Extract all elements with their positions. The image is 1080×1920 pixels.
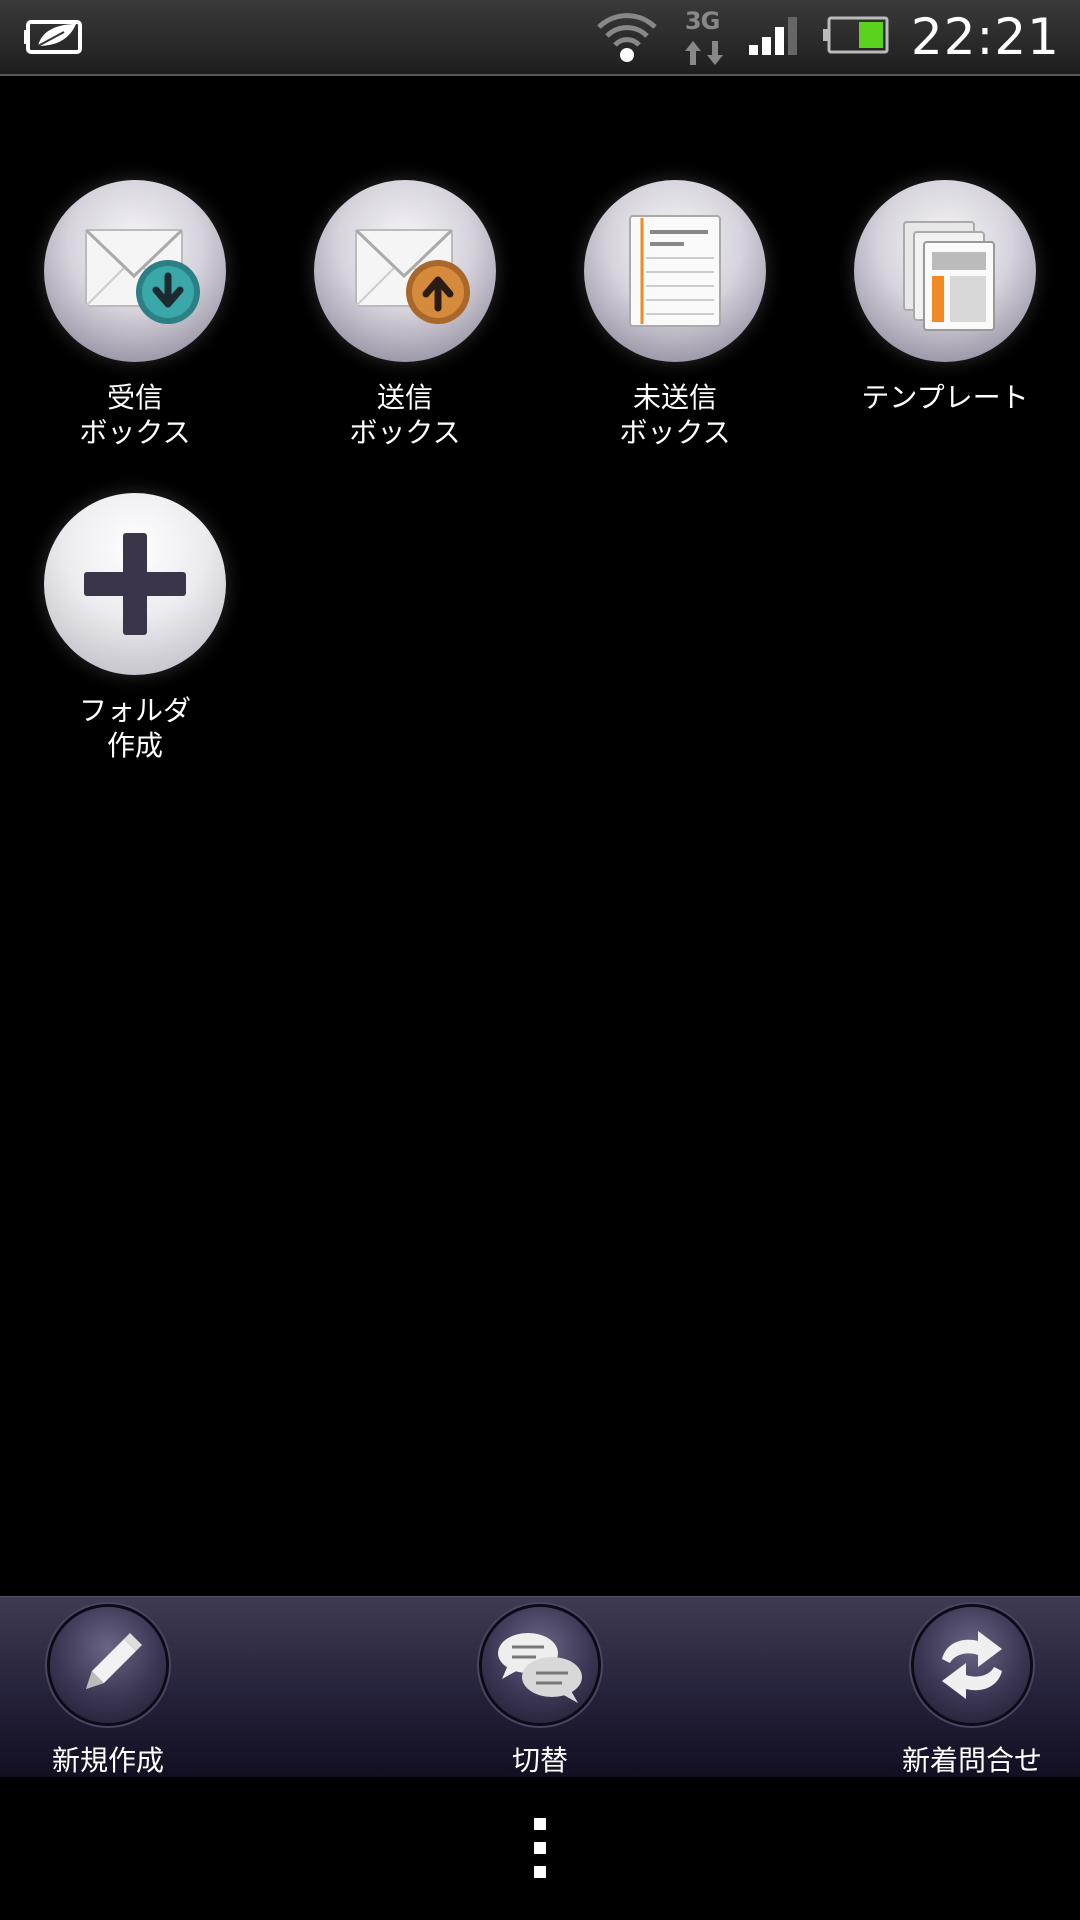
chat-bubbles-icon: [482, 1607, 598, 1723]
clock: 22:21: [910, 8, 1060, 66]
overflow-menu-icon[interactable]: [530, 1818, 550, 1890]
folder-label: テンプレート: [861, 381, 1029, 414]
folder-outbox[interactable]: 送信 ボックス: [270, 180, 540, 480]
folder-label: 送信 ボックス: [349, 381, 461, 449]
inbox-envelope-icon: [44, 180, 226, 362]
folder-template[interactable]: テンプレート: [810, 180, 1080, 480]
action-bar: 新規作成 切替 新着問合せ: [0, 1596, 1080, 1777]
refresh-icon: [914, 1607, 1030, 1723]
status-bar: 3G 22:21: [0, 0, 1080, 76]
wifi-icon: [595, 7, 659, 67]
overflow-dot: [534, 1842, 546, 1854]
switch-button[interactable]: 切替: [430, 1607, 650, 1779]
overflow-dot: [534, 1818, 546, 1830]
new-message-button[interactable]: 新規作成: [0, 1607, 218, 1779]
plus-icon: [44, 493, 226, 675]
folder-unsent[interactable]: 未送信 ボックス: [540, 180, 810, 480]
overflow-dot: [534, 1866, 546, 1878]
action-label: 新着問合せ: [901, 1744, 1042, 1777]
action-label: 切替: [511, 1744, 568, 1777]
unsent-document-icon: [584, 180, 766, 362]
leaf-battery-saver-icon: [24, 16, 86, 60]
check-new-button[interactable]: 新着問合せ: [862, 1607, 1080, 1779]
action-label: 新規作成: [51, 1744, 164, 1777]
folder-create[interactable]: フォルダ 作成: [0, 493, 270, 793]
pencil-icon: [50, 1607, 166, 1723]
folder-label: 受信 ボックス: [79, 381, 191, 449]
folder-label: 未送信 ボックス: [619, 381, 731, 449]
template-icon: [854, 180, 1036, 362]
outbox-envelope-icon: [314, 180, 496, 362]
battery-icon: [822, 15, 889, 59]
signal-icon: [748, 15, 801, 59]
folder-inbox[interactable]: 受信 ボックス: [0, 180, 270, 480]
folder-label: フォルダ 作成: [78, 694, 191, 762]
3g-data-icon: 3G: [681, 7, 727, 67]
